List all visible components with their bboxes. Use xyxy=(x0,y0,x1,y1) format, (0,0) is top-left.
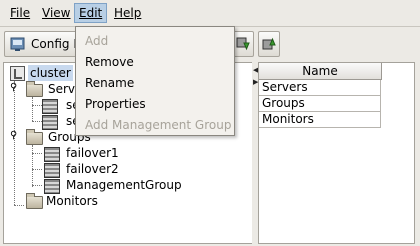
table-row[interactable]: Monitors xyxy=(259,112,381,128)
expand-toggle-icon[interactable]: ⚲ xyxy=(10,128,17,144)
menu-item-rename-label: Rename xyxy=(85,76,135,90)
menu-item-add-management-group[interactable]: Add Management Group xyxy=(85,116,231,134)
menu-view-label: View xyxy=(42,6,71,20)
expand-toggle-icon[interactable]: ⚲ xyxy=(10,80,17,96)
menu-item-rename[interactable]: Rename xyxy=(85,74,134,92)
tree-line xyxy=(32,185,42,186)
folder-icon xyxy=(26,193,43,209)
menu-item-properties[interactable]: Properties xyxy=(85,95,146,113)
server-icon xyxy=(42,99,58,114)
tree-line xyxy=(32,169,42,170)
management-group-icon xyxy=(44,179,60,194)
server-down-icon xyxy=(236,37,250,51)
tree-line xyxy=(32,145,33,187)
toolbar-button-2[interactable] xyxy=(258,31,280,57)
menu-item-add-management-group-label: Add Management Group xyxy=(85,118,232,132)
edit-menu-dropdown: Add Remove Rename Properties Add Managem… xyxy=(75,26,235,136)
toolbar-button-1[interactable] xyxy=(232,31,254,57)
config-mode-button[interactable]: Config M xyxy=(4,31,84,57)
menu-file-label: File xyxy=(10,6,31,20)
failover-group-icon xyxy=(44,163,60,178)
cluster-icon xyxy=(10,66,25,81)
failover-group-icon xyxy=(44,147,60,162)
table-row[interactable]: Groups xyxy=(259,96,381,112)
menu-item-add-label: Add xyxy=(85,34,109,48)
tree-node-label: failover2 xyxy=(66,162,119,176)
menu-item-add[interactable]: Add xyxy=(85,32,108,50)
table-panel[interactable]: Name Servers Groups Monitors xyxy=(258,62,415,244)
menu-edit[interactable]: Edit xyxy=(74,3,108,23)
tree-node-label: ManagementGroup xyxy=(66,178,182,192)
config-icon xyxy=(10,37,25,51)
menu-view[interactable]: View xyxy=(38,4,74,22)
tree-line xyxy=(14,205,24,206)
table-row[interactable]: Servers xyxy=(259,80,381,96)
menu-help[interactable]: Help xyxy=(110,4,145,22)
server-icon xyxy=(42,115,58,130)
tree-line xyxy=(32,105,42,106)
menu-bar: File View Edit Help xyxy=(0,0,420,27)
tree-line xyxy=(32,153,42,154)
menu-item-remove[interactable]: Remove xyxy=(85,53,134,71)
menu-item-remove-label: Remove xyxy=(85,55,134,69)
server-up-icon xyxy=(262,37,276,50)
menu-file[interactable]: File xyxy=(6,4,34,22)
tree-node-label: Monitors xyxy=(46,194,98,208)
tree-node-label: cluster xyxy=(28,65,73,81)
tree-line xyxy=(32,121,42,122)
menu-item-properties-label: Properties xyxy=(85,97,146,111)
folder-icon xyxy=(26,81,43,97)
folder-icon xyxy=(26,129,43,145)
tree-node-label: failover1 xyxy=(66,146,119,160)
table-header-name[interactable]: Name xyxy=(259,63,382,80)
tree-line xyxy=(32,97,33,121)
menu-help-label: Help xyxy=(114,6,142,20)
menu-edit-label: Edit xyxy=(79,6,103,20)
